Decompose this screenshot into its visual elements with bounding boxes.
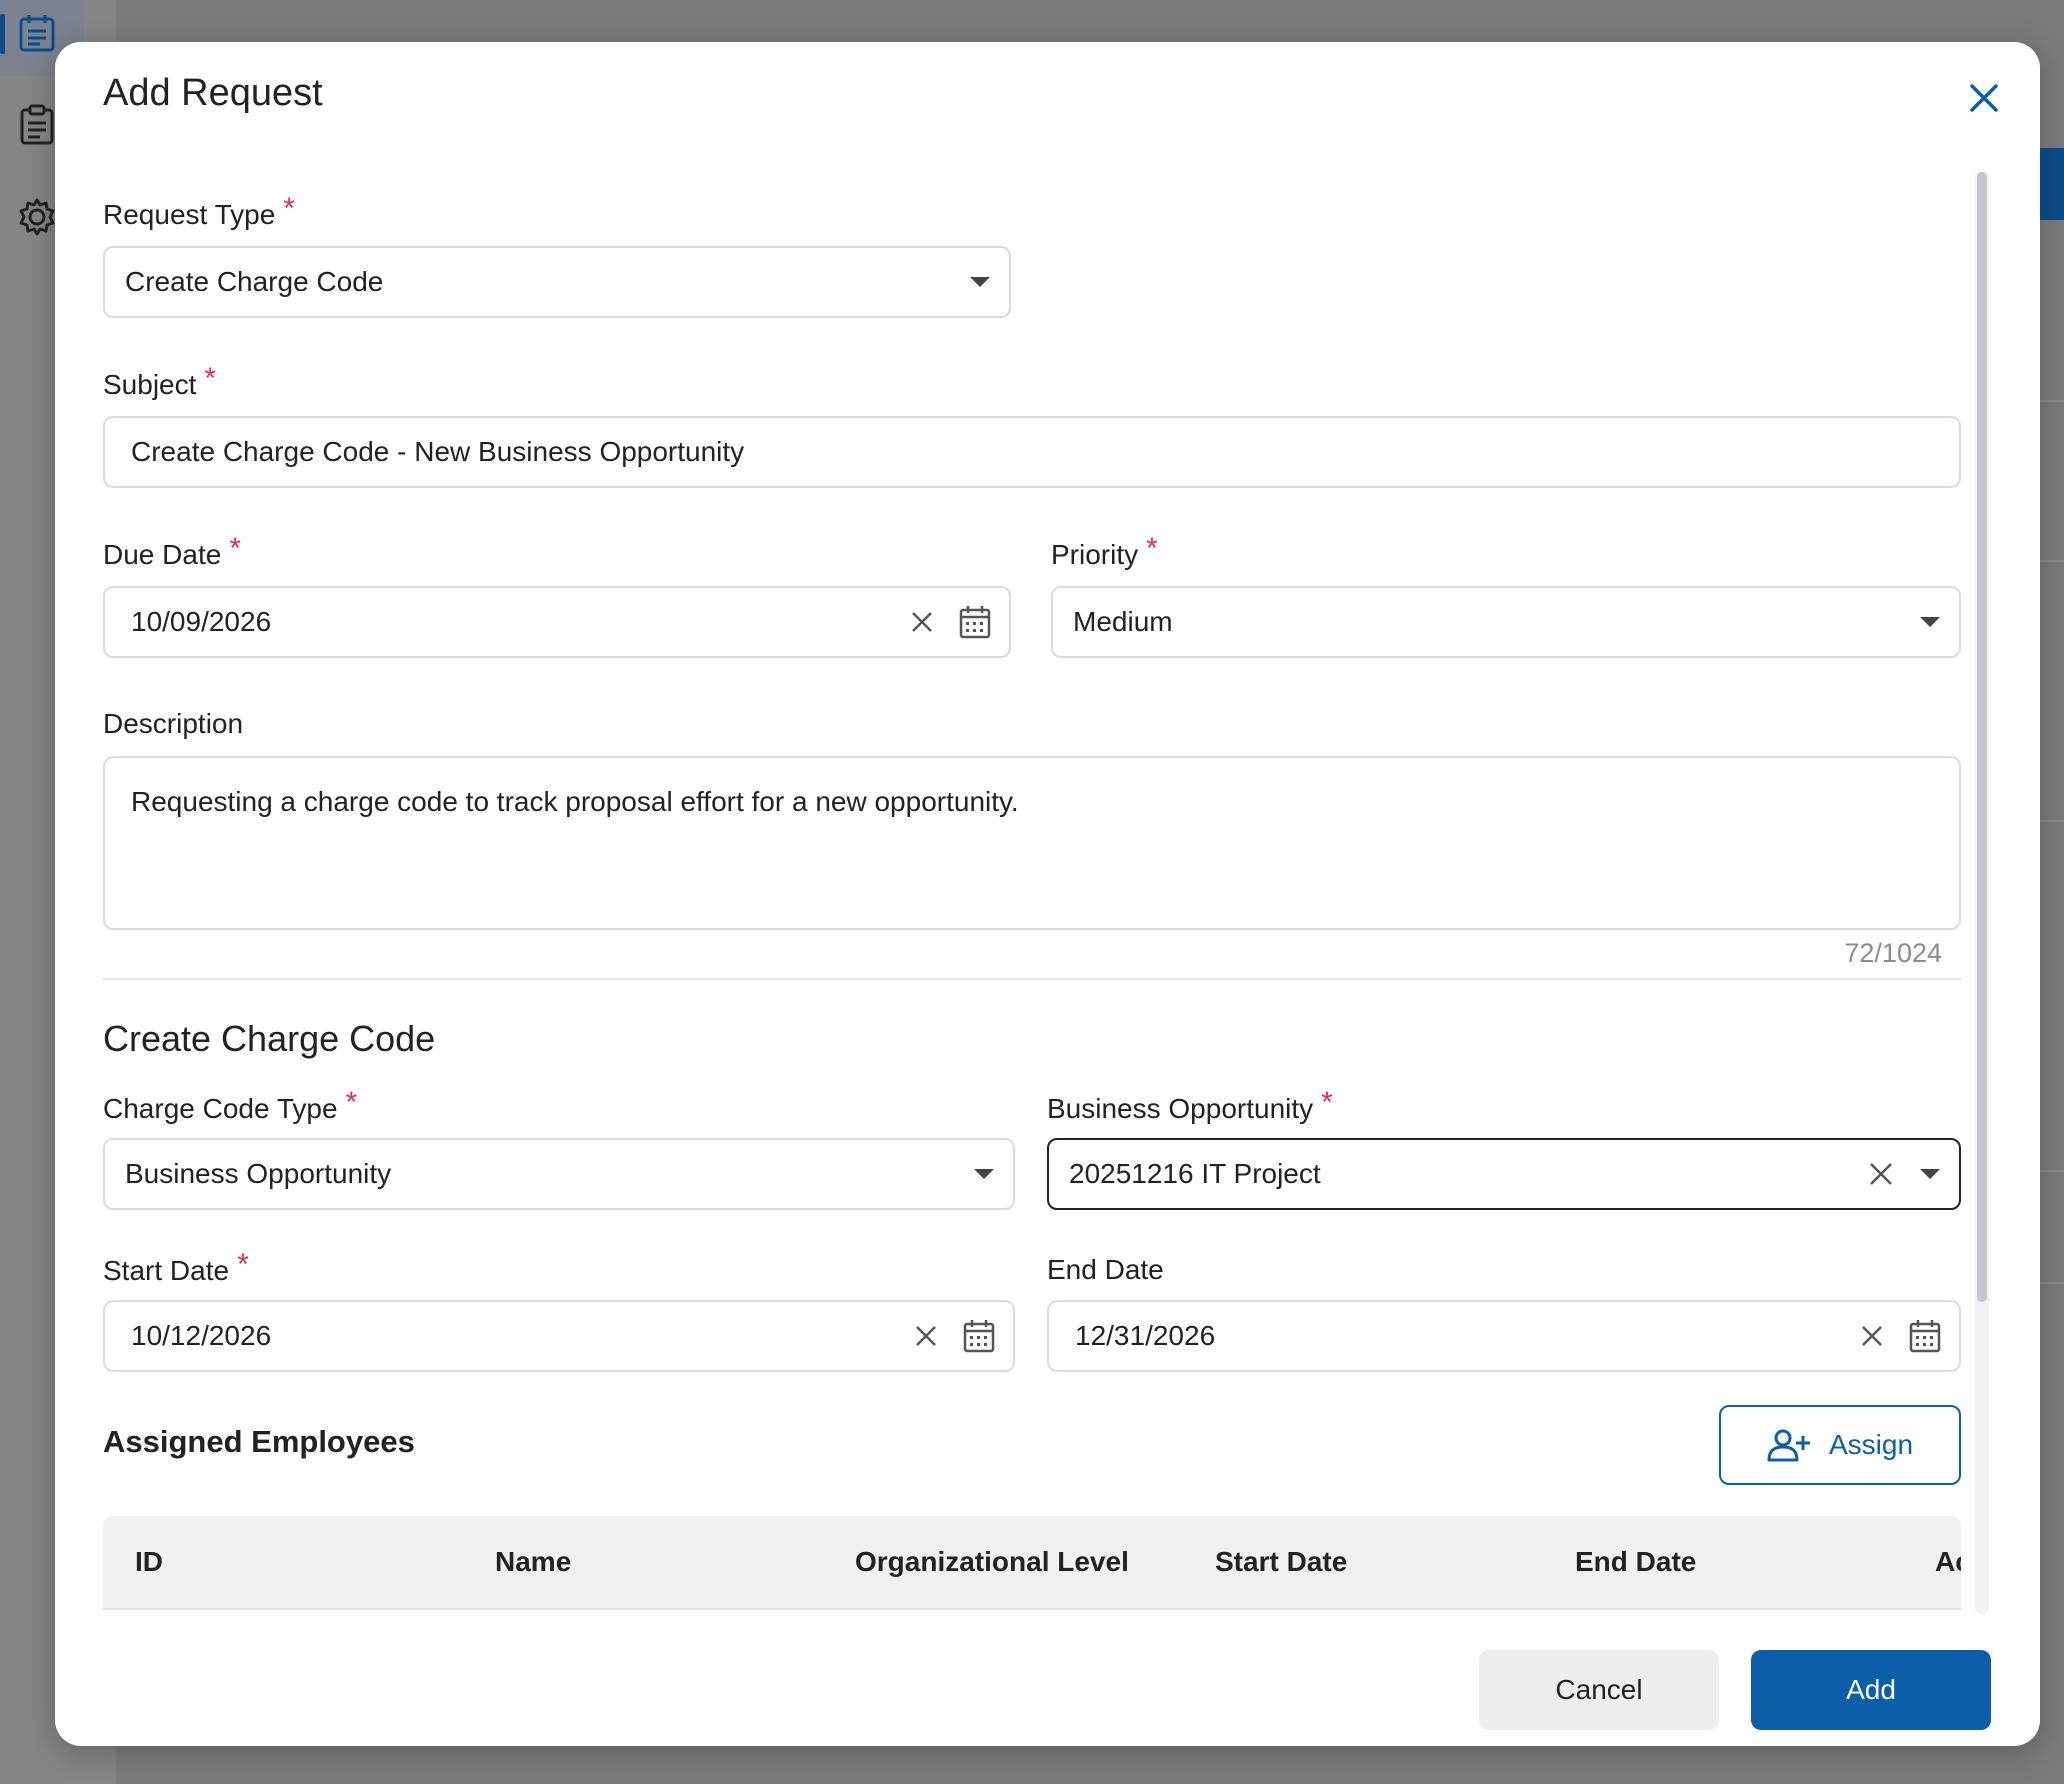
character-counter: 72/1024	[1844, 938, 1942, 968]
description-textarea[interactable]: Requesting a charge code to track propos…	[103, 756, 1961, 930]
gear-icon[interactable]	[14, 194, 60, 240]
due-date-input[interactable]: 10/09/2026	[103, 586, 1011, 658]
sidebar-active-indicator	[0, 14, 5, 54]
calendar-icon[interactable]	[959, 605, 991, 639]
chevron-down-icon[interactable]	[1919, 1168, 1941, 1180]
column-header-actions[interactable]: Ac	[1935, 1516, 1961, 1608]
table-border	[103, 1608, 1961, 1610]
request-type-label: Request Type *	[103, 192, 295, 230]
section-divider	[103, 978, 1961, 980]
charge-code-type-label: Charge Code Type *	[103, 1086, 358, 1124]
start-date-input[interactable]: 10/12/2026	[103, 1300, 1015, 1372]
clear-icon[interactable]	[1861, 1325, 1883, 1347]
calendar-icon[interactable]	[1909, 1319, 1941, 1353]
assigned-employees-title: Assigned Employees	[103, 1424, 415, 1459]
chevron-down-icon[interactable]	[973, 1168, 995, 1180]
add-request-dialog: Add Request Request Type * Create Charge …	[55, 42, 2040, 1746]
business-opportunity-select[interactable]: 20251216 IT Project	[1047, 1138, 1961, 1210]
chevron-down-icon[interactable]	[969, 276, 991, 288]
column-header-id[interactable]: ID	[135, 1516, 163, 1608]
add-user-icon	[1767, 1429, 1810, 1462]
clipboard-icon[interactable]	[14, 102, 60, 148]
start-date-label: Start Date *	[103, 1248, 249, 1286]
employees-table-header: ID Name Organizational Level Start Date …	[103, 1516, 1961, 1608]
column-header-organizational-level[interactable]: Organizational Level	[855, 1516, 1129, 1608]
calendar-icon[interactable]	[963, 1319, 995, 1353]
business-opportunity-label: Business Opportunity *	[1047, 1086, 1333, 1124]
end-date-input[interactable]: 12/31/2026	[1047, 1300, 1961, 1372]
column-header-end-date[interactable]: End Date	[1575, 1516, 1696, 1608]
due-date-label: Due Date *	[103, 532, 241, 570]
priority-select[interactable]: Medium	[1051, 586, 1961, 658]
assign-button[interactable]: Assign	[1719, 1405, 1961, 1485]
clear-icon[interactable]	[915, 1325, 937, 1347]
priority-label: Priority *	[1051, 532, 1158, 570]
charge-code-type-select[interactable]: Business Opportunity	[103, 1138, 1015, 1210]
clear-icon[interactable]	[911, 611, 933, 633]
subject-label: Subject *	[103, 362, 217, 400]
chevron-down-icon[interactable]	[1919, 616, 1941, 628]
end-date-label: End Date	[1047, 1254, 1164, 1285]
subject-input[interactable]: Create Charge Code - New Business Opport…	[103, 416, 1961, 488]
section-title: Create Charge Code	[103, 1018, 436, 1059]
dialog-title: Add Request	[103, 72, 323, 114]
cancel-button[interactable]: Cancel	[1479, 1650, 1719, 1730]
close-button[interactable]	[1962, 76, 2006, 120]
request-type-select[interactable]: Create Charge Code	[103, 246, 1011, 318]
clear-icon[interactable]	[1869, 1162, 1893, 1186]
column-header-name[interactable]: Name	[495, 1516, 571, 1608]
scrollbar-thumb[interactable]	[1977, 172, 1987, 1302]
column-header-start-date[interactable]: Start Date	[1215, 1516, 1347, 1608]
close-icon	[1970, 84, 1998, 112]
add-button[interactable]: Add	[1751, 1650, 1991, 1730]
description-label: Description	[103, 708, 244, 739]
calendar-list-icon[interactable]	[14, 10, 60, 56]
